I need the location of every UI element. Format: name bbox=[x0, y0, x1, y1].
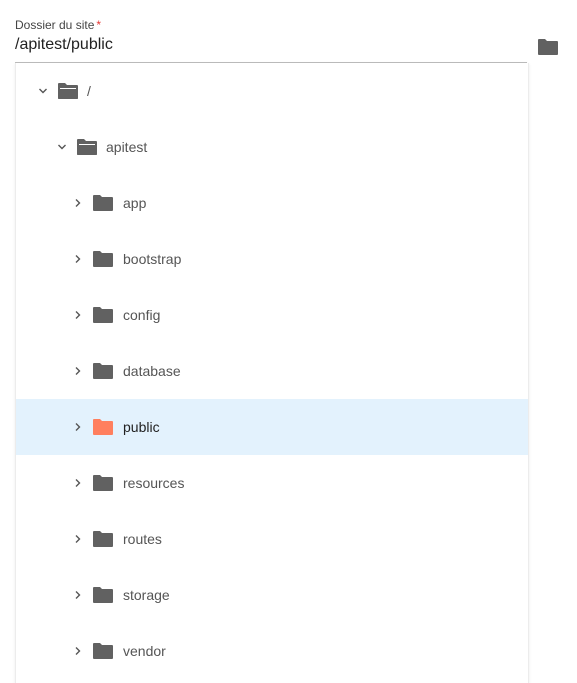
tree-item-label: config bbox=[123, 307, 161, 323]
tree-item-bootstrap[interactable]: bootstrap bbox=[16, 231, 528, 287]
folder-icon bbox=[93, 419, 113, 435]
site-folder-field[interactable]: Dossier du site * /apitest/public bbox=[15, 0, 527, 64]
tree-item-vendor[interactable]: vendor bbox=[16, 623, 528, 679]
chevron-right-icon[interactable] bbox=[73, 422, 83, 432]
chevron-right-icon[interactable] bbox=[73, 198, 83, 208]
tree-item-label: storage bbox=[123, 587, 170, 603]
tree-item-storage[interactable]: storage bbox=[16, 567, 528, 623]
tree-item-config[interactable]: config bbox=[16, 287, 528, 343]
chevron-down-icon[interactable] bbox=[38, 86, 48, 96]
folder-icon bbox=[93, 195, 113, 211]
folder-icon bbox=[93, 643, 113, 659]
chevron-right-icon[interactable] bbox=[73, 590, 83, 600]
folder-icon bbox=[93, 531, 113, 547]
chevron-right-icon[interactable] bbox=[73, 310, 83, 320]
folder-open-icon bbox=[58, 83, 78, 99]
tree-item-label: app bbox=[123, 195, 147, 211]
tree-item-public[interactable]: public bbox=[16, 399, 528, 455]
tree-item-resources[interactable]: resources bbox=[16, 455, 528, 511]
folder-icon bbox=[93, 251, 113, 267]
chevron-right-icon[interactable] bbox=[73, 254, 83, 264]
chevron-right-icon[interactable] bbox=[73, 646, 83, 656]
tree-item-label: apitest bbox=[106, 139, 148, 155]
tree-item-label: routes bbox=[123, 531, 162, 547]
folder-tree: / apitest app bootstrap config database public… bbox=[15, 63, 529, 683]
tree-item-root[interactable]: / bbox=[16, 63, 528, 119]
tree-item-label: bootstrap bbox=[123, 251, 182, 267]
tree-item-routes[interactable]: routes bbox=[16, 511, 528, 567]
chevron-right-icon[interactable] bbox=[73, 478, 83, 488]
folder-icon bbox=[538, 39, 558, 55]
chevron-right-icon[interactable] bbox=[73, 366, 83, 376]
tree-item-app[interactable]: app bbox=[16, 175, 528, 231]
tree-item-label: / bbox=[87, 83, 91, 99]
tree-item-apitest[interactable]: apitest bbox=[16, 119, 528, 175]
chevron-down-icon[interactable] bbox=[57, 142, 67, 152]
chevron-right-icon[interactable] bbox=[73, 534, 83, 544]
folder-icon bbox=[93, 363, 113, 379]
tree-item-label: database bbox=[123, 363, 181, 379]
folder-icon bbox=[93, 587, 113, 603]
folder-icon bbox=[93, 475, 113, 491]
tree-item-label: public bbox=[123, 419, 160, 435]
site-folder-label: Dossier du site * bbox=[15, 18, 101, 32]
folder-open-icon bbox=[77, 139, 97, 155]
browse-folder-button[interactable] bbox=[537, 37, 559, 57]
folder-icon bbox=[93, 307, 113, 323]
tree-item-database[interactable]: database bbox=[16, 343, 528, 399]
site-folder-input[interactable]: /apitest/public bbox=[15, 36, 113, 54]
tree-item-label: resources bbox=[123, 475, 185, 491]
site-folder-label-text: Dossier du site bbox=[15, 18, 95, 32]
tree-item-label: vendor bbox=[123, 643, 166, 659]
required-marker: * bbox=[96, 18, 102, 32]
